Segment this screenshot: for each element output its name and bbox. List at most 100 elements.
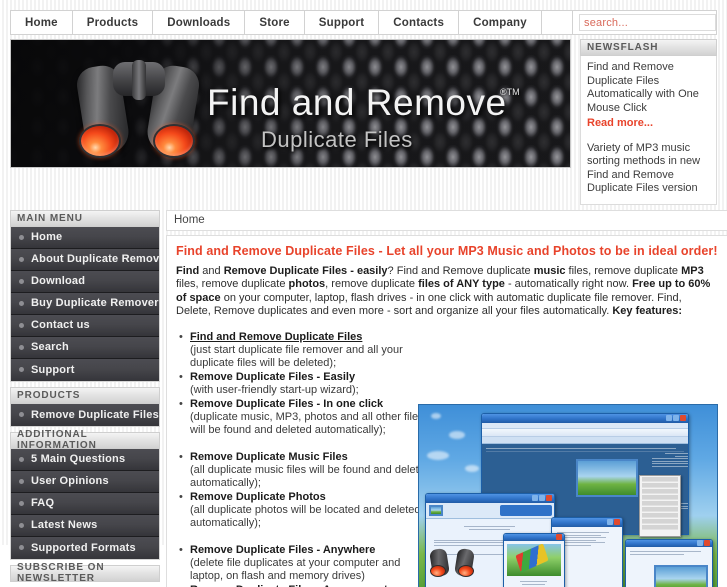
- intro-text: and: [199, 264, 224, 277]
- feature-title[interactable]: Find and Remove Duplicate Files: [190, 331, 434, 344]
- feature-text: Remove Duplicate Photos (all duplicate ph…: [190, 491, 434, 530]
- feature-spacer: [176, 531, 434, 544]
- nav-item-contacts[interactable]: Contacts: [379, 11, 460, 34]
- nav-item-store[interactable]: Store: [245, 11, 305, 34]
- nav-item-home[interactable]: Home: [11, 11, 73, 34]
- intro-text: , remove duplicate: [325, 278, 419, 290]
- feature-text: Remove Duplicate Files - As you want: [190, 584, 434, 587]
- intro-text: files, remove duplicate: [176, 278, 289, 290]
- bullet-icon: [19, 322, 24, 328]
- bullet-icon: [19, 456, 24, 462]
- sidebar-item-label: 5 Main Questions: [31, 453, 126, 465]
- page-title: Find and Remove Duplicate Files - Let al…: [176, 243, 718, 258]
- feature-text: Remove Duplicate Files - Easily (with use…: [190, 371, 434, 397]
- sidebar-section-heading: ADDITIONAL INFORMATION: [10, 429, 160, 451]
- sidebar-item-search[interactable]: Search: [11, 336, 159, 359]
- binocular-focus-wheel: [132, 60, 146, 100]
- feature-description: (all duplicate music files will be found…: [190, 463, 431, 489]
- sidebar-item-latest-news[interactable]: Latest News: [11, 514, 159, 537]
- sidebar-item-support[interactable]: Support: [11, 358, 159, 381]
- sidebar-item-about-duplicate-remover[interactable]: About Duplicate Remover: [11, 248, 159, 271]
- sidebar-section-heading: PRODUCTS: [10, 386, 160, 404]
- sidebar-item-contact-us[interactable]: Contact us: [11, 314, 159, 337]
- sidebar-item-faq[interactable]: FAQ: [11, 492, 159, 515]
- feature-text: Remove Duplicate Files - In one click (du…: [190, 398, 434, 437]
- feature-title: Remove Duplicate Files - In one click: [190, 397, 384, 410]
- intro-emphasis: MP3: [681, 264, 704, 277]
- feature-text: Remove Duplicate Files - Anywhere (delete…: [190, 544, 434, 583]
- nav-label: Home: [25, 16, 58, 29]
- sidebar-section-heading: SUBSCRIBE ON NEWSLETTER: [10, 562, 160, 584]
- screenshot-context-menu: [638, 474, 681, 537]
- bullet-icon: [19, 300, 24, 306]
- feature-title: Remove Duplicate Music Files: [190, 450, 348, 463]
- read-more-link[interactable]: Read more...: [587, 117, 710, 131]
- bullet-icon: •: [176, 584, 190, 587]
- sidebar-item-label: Download: [31, 275, 86, 287]
- newsflash-item-1: Find and Remove Duplicate Files Automati…: [587, 61, 699, 114]
- sidebar-item-label: User Opinions: [31, 475, 109, 487]
- binoculars-icon: [74, 60, 205, 158]
- sidebar-item-label: Home: [31, 231, 63, 243]
- bullet-icon: [19, 545, 24, 550]
- sidebar: MAIN MENU Home About Duplicate Remover Down…: [10, 209, 160, 587]
- intro-emphasis: music: [533, 264, 566, 277]
- nav-filler-cell: [542, 11, 573, 34]
- search-input[interactable]: search...: [579, 14, 716, 31]
- sidebar-item-home[interactable]: Home: [11, 226, 159, 249]
- breadcrumb: Home: [166, 209, 727, 231]
- intro-emphasis: photos: [288, 278, 326, 290]
- nav-item-downloads[interactable]: Downloads: [153, 11, 246, 34]
- nav-item-support[interactable]: Support: [305, 11, 380, 34]
- screenshot-window-preview: [502, 532, 565, 587]
- bullet-icon: [19, 478, 24, 484]
- sidebar-item-buy-duplicate-remover[interactable]: Buy Duplicate Remover: [11, 292, 159, 315]
- sidebar-item-remove-duplicate-files[interactable]: Remove Duplicate Files: [11, 403, 159, 426]
- nav-item-company[interactable]: Company: [459, 11, 542, 34]
- sidebar-item-5-main-questions[interactable]: 5 Main Questions: [11, 448, 159, 471]
- nav-label: Store: [259, 16, 290, 29]
- nav-label: Company: [473, 16, 527, 29]
- newsflash-item-2: Variety of MP3 music sorting methods in …: [587, 141, 701, 195]
- search-placeholder: search...: [584, 16, 628, 29]
- newsflash-body: Find and Remove Duplicate Files Automati…: [580, 56, 717, 205]
- bullet-icon: •: [179, 490, 183, 503]
- sidebar-item-label: Buy Duplicate Remover: [31, 297, 159, 309]
- sidebar-item-label: Support: [31, 363, 75, 376]
- feature-title: Remove Duplicate Files - Easily: [190, 370, 356, 383]
- bullet-icon: •: [179, 330, 183, 343]
- nav-item-products[interactable]: Products: [73, 11, 154, 34]
- newsflash-heading: NEWSFLASH: [580, 39, 717, 56]
- newsflash-spacer: [587, 131, 710, 142]
- site-banner: Find and Remove ®TM Duplicate Files: [10, 39, 571, 168]
- sidebar-item-download[interactable]: Download: [11, 270, 159, 293]
- intro-emphasis: Remove Duplicate Files - easily: [223, 264, 388, 277]
- sidebar-item-label: Supported Formats: [31, 541, 136, 554]
- nav-label: Downloads: [167, 16, 231, 29]
- sidebar-menu-list: 5 Main Questions User Opinions FAQ Latest N…: [10, 448, 160, 560]
- bullet-icon: •: [179, 450, 183, 463]
- sidebar-item-user-opinions[interactable]: User Opinions: [11, 470, 159, 493]
- sidebar-item-label: Contact us: [31, 319, 90, 331]
- sidebar-item-label: FAQ: [31, 497, 55, 509]
- sidebar-item-label: Search: [31, 341, 69, 353]
- intro-emphasis: Key features:: [612, 305, 683, 317]
- page-root: Home Products Downloads Store Support Co…: [0, 0, 727, 587]
- feature-title: Remove Duplicate Photos: [190, 490, 326, 503]
- feature-title: Remove Duplicate Files - As you want: [190, 584, 434, 587]
- key-features-list: • Find and Remove Duplicate Files (just st…: [176, 331, 434, 587]
- banner-title: Find and Remove: [207, 82, 507, 123]
- header-region: Find and Remove ®TM Duplicate Files NEWS…: [10, 39, 717, 205]
- article: Find and Remove Duplicate Files - Let al…: [166, 234, 727, 587]
- sidebar-item-supported-formats[interactable]: Supported Formats: [11, 536, 159, 559]
- sidebar-menu-list: Remove Duplicate Files: [10, 403, 160, 427]
- bullet-icon: [19, 412, 24, 417]
- feature-item: • Remove Duplicate Photos (all duplicate p…: [176, 491, 434, 530]
- feature-description: (all duplicate photos will be located an…: [190, 503, 421, 529]
- bullet-icon: [19, 367, 24, 372]
- top-navigation: Home Products Downloads Store Support Co…: [10, 10, 717, 35]
- intro-text: - automatically right now.: [504, 278, 633, 290]
- binocular-lens-right: [153, 124, 195, 158]
- nav-label: Products: [86, 16, 139, 29]
- sidebar-item-label: Remove Duplicate Files: [31, 408, 159, 421]
